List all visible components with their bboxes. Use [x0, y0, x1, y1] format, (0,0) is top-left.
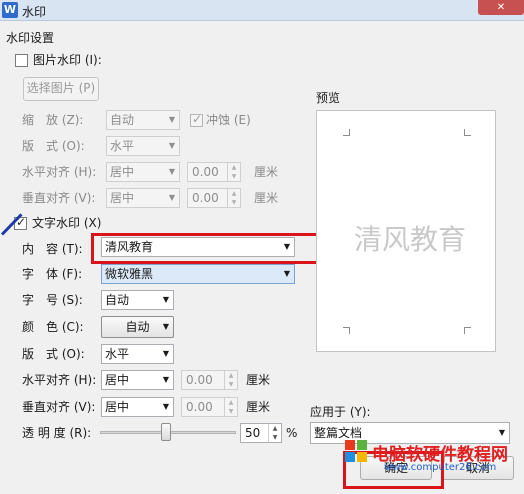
- size-value: 自动: [105, 293, 130, 307]
- close-button[interactable]: ✕: [478, 0, 524, 15]
- pic-v-offset-value: 0.00: [192, 191, 219, 205]
- pic-h-align-select[interactable]: 居中 ▼: [106, 162, 180, 182]
- washout-label: 冲蚀 (E): [206, 113, 251, 127]
- apply-to-label: 应用于 (Y):: [310, 405, 371, 419]
- pic-v-offset-spinner[interactable]: 0.00 ▲ ▼: [187, 188, 241, 208]
- highlight-box-content: [91, 233, 329, 264]
- dropdown-arrow-icon: ▼: [168, 193, 175, 202]
- transparency-slider-thumb[interactable]: [161, 423, 171, 441]
- text-v-unit: 厘米: [246, 400, 271, 414]
- crop-mark: [343, 327, 350, 334]
- pic-h-align-value: 居中: [110, 165, 135, 179]
- scale-label: 缩 放 (Z):: [22, 113, 84, 127]
- pic-v-align-select[interactable]: 居中 ▼: [106, 188, 180, 208]
- dropdown-arrow-icon: ▼: [162, 349, 169, 358]
- pic-layout-label: 版 式 (O):: [22, 139, 85, 153]
- size-select[interactable]: 自动 ▼: [101, 290, 174, 310]
- dropdown-arrow-icon: ▼: [162, 375, 169, 384]
- text-v-align-select[interactable]: 居中 ▼: [101, 397, 174, 417]
- spin-arrows-icon[interactable]: ▲ ▼: [227, 189, 240, 207]
- font-value: 微软雅黑: [105, 267, 154, 281]
- dropdown-arrow-icon: ▼: [168, 141, 175, 150]
- window-title: 水印: [22, 5, 47, 19]
- font-select[interactable]: 微软雅黑 ▼: [101, 264, 295, 284]
- windows-logo-icon: [345, 440, 367, 462]
- scale-select[interactable]: 自动 ▼: [106, 110, 180, 130]
- transparency-value: 50: [245, 426, 261, 440]
- text-watermark-label: 文字水印 (X): [32, 216, 102, 230]
- pic-v-unit: 厘米: [254, 191, 279, 205]
- spin-arrows-icon[interactable]: ▲ ▼: [268, 424, 281, 442]
- pic-h-offset-spinner[interactable]: 0.00 ▲ ▼: [187, 162, 241, 182]
- dropdown-arrow-icon: ▼: [162, 322, 169, 331]
- pic-layout-value: 水平: [110, 139, 135, 153]
- dropdown-arrow-icon: ▼: [168, 115, 175, 124]
- preview-label: 预览: [316, 91, 341, 105]
- text-layout-select[interactable]: 水平 ▼: [101, 344, 174, 364]
- size-label: 字 号 (S):: [22, 293, 83, 307]
- picture-watermark-label: 图片水印 (I):: [33, 53, 102, 67]
- content-label: 内 容 (T):: [22, 242, 83, 256]
- settings-group-label: 水印设置: [6, 31, 55, 45]
- crop-mark: [464, 327, 471, 334]
- text-h-unit: 厘米: [246, 373, 271, 387]
- pic-h-align-label: 水平对齐 (H):: [22, 165, 97, 179]
- text-h-offset-value: 0.00: [186, 373, 213, 387]
- text-h-offset-spinner[interactable]: 0.00 ▲ ▼: [181, 370, 238, 390]
- select-picture-button[interactable]: 选择图片 (P): [23, 77, 99, 101]
- transparency-spinner[interactable]: 50 ▲ ▼: [240, 423, 282, 443]
- text-v-align-value: 居中: [105, 400, 130, 414]
- dropdown-arrow-icon: ▼: [162, 295, 169, 304]
- preview-watermark-text: 清风教育: [354, 223, 467, 256]
- washout-checkbox[interactable]: [190, 112, 203, 127]
- text-v-offset-spinner[interactable]: 0.00 ▲ ▼: [181, 397, 238, 417]
- text-layout-label: 版 式 (O):: [22, 347, 85, 361]
- spin-arrows-icon[interactable]: ▲ ▼: [227, 163, 240, 181]
- text-layout-value: 水平: [105, 347, 130, 361]
- spin-arrows-icon[interactable]: ▲ ▼: [224, 371, 237, 389]
- apply-to-value: 整篇文档: [314, 426, 363, 440]
- crop-mark: [343, 129, 350, 136]
- dropdown-arrow-icon: ▼: [162, 402, 169, 411]
- text-h-align-label: 水平对齐 (H):: [22, 373, 97, 387]
- spin-arrows-icon[interactable]: ▲ ▼: [224, 398, 237, 416]
- site-watermark-url: www.computer26.com: [384, 462, 497, 473]
- pic-layout-select[interactable]: 水平 ▼: [106, 136, 180, 156]
- crop-mark: [464, 129, 471, 136]
- transparency-unit: %: [286, 426, 298, 440]
- picture-watermark-checkbox[interactable]: [15, 54, 28, 67]
- title-bar: W 水印 ✕: [0, 0, 524, 21]
- text-v-offset-value: 0.00: [186, 400, 213, 414]
- dropdown-arrow-icon: ▼: [283, 269, 290, 278]
- scale-value: 自动: [110, 113, 135, 127]
- pic-h-offset-value: 0.00: [192, 165, 219, 179]
- wps-app-icon: W: [2, 2, 18, 18]
- dropdown-arrow-icon: ▼: [168, 167, 175, 176]
- text-v-align-label: 垂直对齐 (V):: [22, 400, 96, 414]
- text-h-align-select[interactable]: 居中 ▼: [101, 370, 174, 390]
- pic-v-align-value: 居中: [110, 191, 135, 205]
- font-label: 字 体 (F):: [22, 267, 83, 281]
- text-h-align-value: 居中: [105, 373, 130, 387]
- transparency-label: 透 明 度 (R):: [22, 426, 92, 440]
- pic-v-align-label: 垂直对齐 (V):: [22, 191, 96, 205]
- pic-h-unit: 厘米: [254, 165, 279, 179]
- color-select[interactable]: 自动 ▼: [101, 316, 174, 338]
- color-value: 自动: [125, 320, 150, 334]
- color-label: 颜 色 (C):: [22, 320, 84, 334]
